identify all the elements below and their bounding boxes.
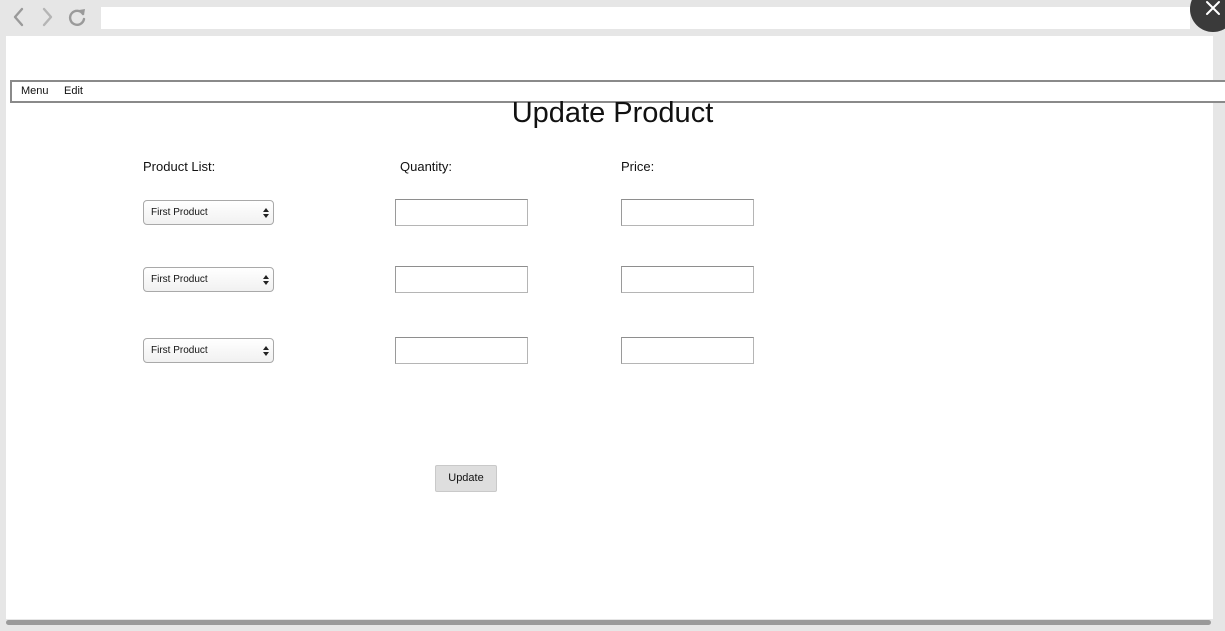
address-bar[interactable]: [101, 7, 1190, 29]
scrollbar-thumb[interactable]: [6, 620, 1211, 625]
quantity-field-3[interactable]: [395, 337, 528, 364]
product-select-1[interactable]: First Product: [143, 200, 274, 225]
reload-icon[interactable]: [66, 6, 88, 28]
product-select-3[interactable]: First Product: [143, 338, 274, 363]
product-select-value: First Product: [151, 274, 208, 285]
quantity-field-1[interactable]: [395, 199, 528, 226]
back-icon[interactable]: [9, 6, 31, 28]
product-select-value: First Product: [151, 345, 208, 356]
menu-item-edit[interactable]: Edit: [64, 85, 83, 97]
select-arrows-icon: [263, 346, 269, 356]
update-button[interactable]: Update: [435, 465, 497, 492]
menu-item-menu[interactable]: Menu: [21, 85, 49, 97]
select-arrows-icon: [263, 208, 269, 218]
forward-icon[interactable]: [38, 6, 60, 28]
product-select-2[interactable]: First Product: [143, 267, 274, 292]
quantity-field-2[interactable]: [395, 266, 528, 293]
price-field-2[interactable]: [621, 266, 754, 293]
select-arrows-icon: [263, 275, 269, 285]
product-list-label: Product List:: [143, 159, 216, 174]
product-select-value: First Product: [151, 207, 208, 218]
price-field-3[interactable]: [621, 337, 754, 364]
price-label: Price:: [621, 159, 655, 174]
quantity-label: Quantity:: [400, 159, 453, 174]
page-title: Update Product: [511, 97, 714, 129]
price-field-1[interactable]: [621, 199, 754, 226]
